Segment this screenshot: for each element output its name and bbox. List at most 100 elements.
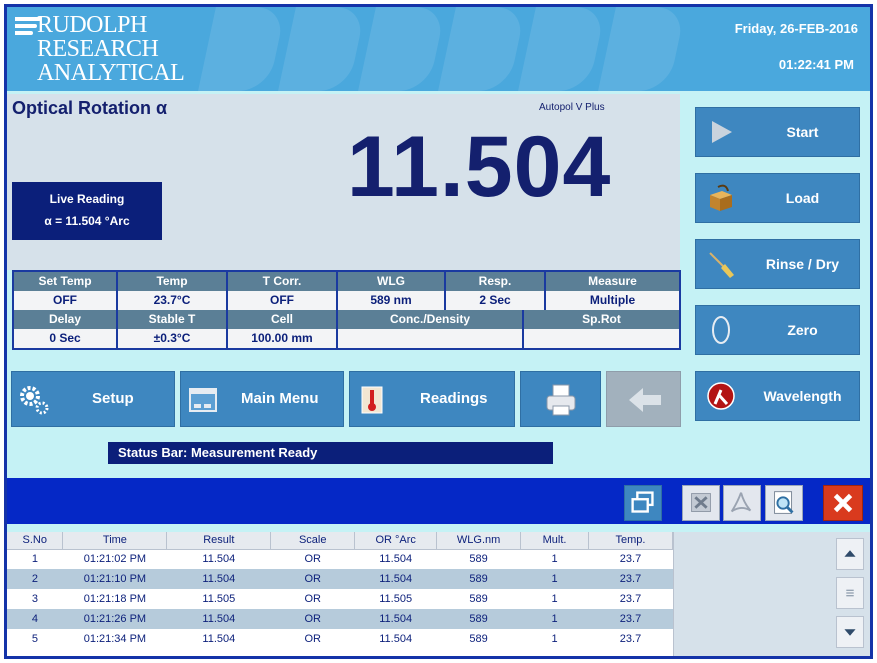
table-cell: 589 <box>469 593 488 605</box>
windows-icon <box>631 491 654 513</box>
print-button[interactable] <box>520 371 601 427</box>
table-cell: 23.7 <box>619 593 642 605</box>
column-header[interactable]: Time <box>62 532 168 550</box>
conc-density-value[interactable] <box>338 329 524 348</box>
param-header: Conc./Density <box>338 310 524 329</box>
param-header: Sp.Rot <box>524 310 679 329</box>
magnifier-icon <box>774 491 794 514</box>
restore-window-button[interactable] <box>624 485 662 521</box>
stable-temp-value[interactable]: ±0.3°C <box>118 329 228 348</box>
chevron-down-icon <box>844 629 856 636</box>
column-header[interactable]: Temp. <box>588 532 673 550</box>
delay-value[interactable]: 0 Sec <box>14 329 118 348</box>
table-cell: 1 <box>551 553 558 566</box>
table-cell: 23.7 <box>619 633 642 645</box>
table-cell: 11.504 <box>354 569 437 589</box>
grip-icon <box>846 589 854 597</box>
scroll-thumb[interactable] <box>836 577 864 609</box>
temp-correction-value[interactable]: OFF <box>228 291 338 310</box>
close-button[interactable] <box>823 485 863 521</box>
table-cell: 589 <box>436 609 521 629</box>
app-window: RUDOLPH RESEARCH ANALYTICAL Friday, 26-F… <box>4 4 873 659</box>
set-temp-value[interactable]: OFF <box>14 291 118 310</box>
param-header: Delay <box>14 310 118 329</box>
thermometer-icon <box>361 386 383 414</box>
table-cell: 11.504 <box>166 609 271 629</box>
preview-button[interactable] <box>765 485 803 521</box>
table-row[interactable]: 1 01:21:02 PM 11.504 OR 11.504 589 1 23.… <box>7 549 673 569</box>
scroll-down-button[interactable] <box>836 616 864 648</box>
table-cell: 11.504 <box>354 609 437 629</box>
logo-line: ANALYTICAL <box>37 60 185 86</box>
table-cell: OR <box>304 553 321 566</box>
wavelength-label: Wavelength <box>763 388 842 404</box>
readings-button[interactable]: Readings <box>349 371 515 427</box>
gears-icon <box>20 386 49 415</box>
start-button[interactable]: Start <box>695 107 860 157</box>
export-excel-button[interactable] <box>682 485 720 521</box>
wavelength-value[interactable]: 589 nm <box>338 291 446 310</box>
instrument-model: Autopol V Plus <box>539 102 605 113</box>
wavelength-button[interactable]: Wavelength <box>695 371 860 421</box>
table-cell: 23.7 <box>588 569 673 589</box>
header-bar: RUDOLPH RESEARCH ANALYTICAL Friday, 26-F… <box>7 7 870 91</box>
zero-button[interactable]: Zero <box>695 305 860 355</box>
cell-value[interactable]: 100.00 mm <box>228 329 338 348</box>
table-row[interactable]: 4 01:21:26 PM 11.504 OR 11.504 589 1 23.… <box>7 609 673 629</box>
table-cell: 11.505 <box>202 593 236 605</box>
temp-value: 23.7°C <box>118 291 228 310</box>
param-header: Set Temp <box>14 272 118 291</box>
table-cell: 1 <box>520 569 589 589</box>
parameter-grid: Set Temp Temp T Corr. WLG Resp. Measure … <box>12 270 681 350</box>
table-row[interactable]: 5 01:21:34 PM 11.504 OR 11.504 589 1 23.… <box>7 629 673 649</box>
table-cell: 1 <box>520 609 589 629</box>
main-menu-button[interactable]: Main Menu <box>180 371 344 427</box>
live-reading-label: Live Reading <box>49 192 125 206</box>
setup-button[interactable]: Setup <box>11 371 175 427</box>
table-cell: 5 <box>31 633 39 645</box>
setup-label: Setup <box>92 390 134 407</box>
table-cell: 11.504 <box>202 553 236 566</box>
back-button[interactable] <box>606 371 681 427</box>
table-cell: 11.504 <box>379 553 413 566</box>
main-menu-label: Main Menu <box>241 390 319 407</box>
specific-rotation-value[interactable] <box>524 329 679 348</box>
header-decoration <box>438 7 526 91</box>
load-button[interactable]: Load <box>695 173 860 223</box>
column-header[interactable]: Mult. <box>520 532 590 550</box>
readings-label: Readings <box>420 390 488 407</box>
column-header[interactable]: S.No <box>7 532 64 550</box>
header-decoration <box>598 7 686 91</box>
play-icon <box>712 121 732 143</box>
table-row[interactable]: 3 01:21:18 PM 11.505 OR 11.505 589 1 23.… <box>7 589 673 609</box>
param-header-row: Set Temp Temp T Corr. WLG Resp. Measure <box>14 272 679 291</box>
measure-value[interactable]: Multiple <box>546 291 679 310</box>
reading-value: 11.504 <box>347 119 612 215</box>
param-header: Temp <box>118 272 228 291</box>
param-header-row: Delay Stable T Cell Conc./Density Sp.Rot <box>14 310 679 329</box>
window-icon <box>189 388 217 412</box>
table-cell: 01:21:10 PM <box>62 569 167 589</box>
table-cell: OR <box>270 609 355 629</box>
brush-icon <box>709 252 734 278</box>
table-row[interactable]: 2 01:21:10 PM 11.504 OR 11.504 589 1 23.… <box>7 569 673 589</box>
start-label: Start <box>786 124 819 140</box>
table-cell: OR <box>304 593 321 605</box>
param-value-row: 0 Sec ±0.3°C 100.00 mm <box>14 329 679 348</box>
status-bar: Status Bar: Measurement Ready <box>108 442 553 464</box>
export-pdf-button[interactable] <box>723 485 761 521</box>
rinse-dry-label: Rinse / Dry <box>765 256 840 272</box>
company-logo: RUDOLPH RESEARCH ANALYTICAL <box>15 13 190 87</box>
column-header[interactable]: OR °Arc <box>354 532 438 550</box>
table-cell: 11.504 <box>202 633 236 645</box>
zero-label: Zero <box>787 322 818 338</box>
rinse-dry-button[interactable]: Rinse / Dry <box>695 239 860 289</box>
table-cell: 3 <box>31 593 39 605</box>
response-value[interactable]: 2 Sec <box>446 291 546 310</box>
column-header[interactable]: Scale <box>270 532 356 550</box>
header-decoration <box>518 7 606 91</box>
table-cell: 01:21:18 PM <box>83 593 147 605</box>
column-header[interactable]: WLG.nm <box>436 532 522 550</box>
column-header[interactable]: Result <box>166 532 272 550</box>
scroll-up-button[interactable] <box>836 538 864 570</box>
